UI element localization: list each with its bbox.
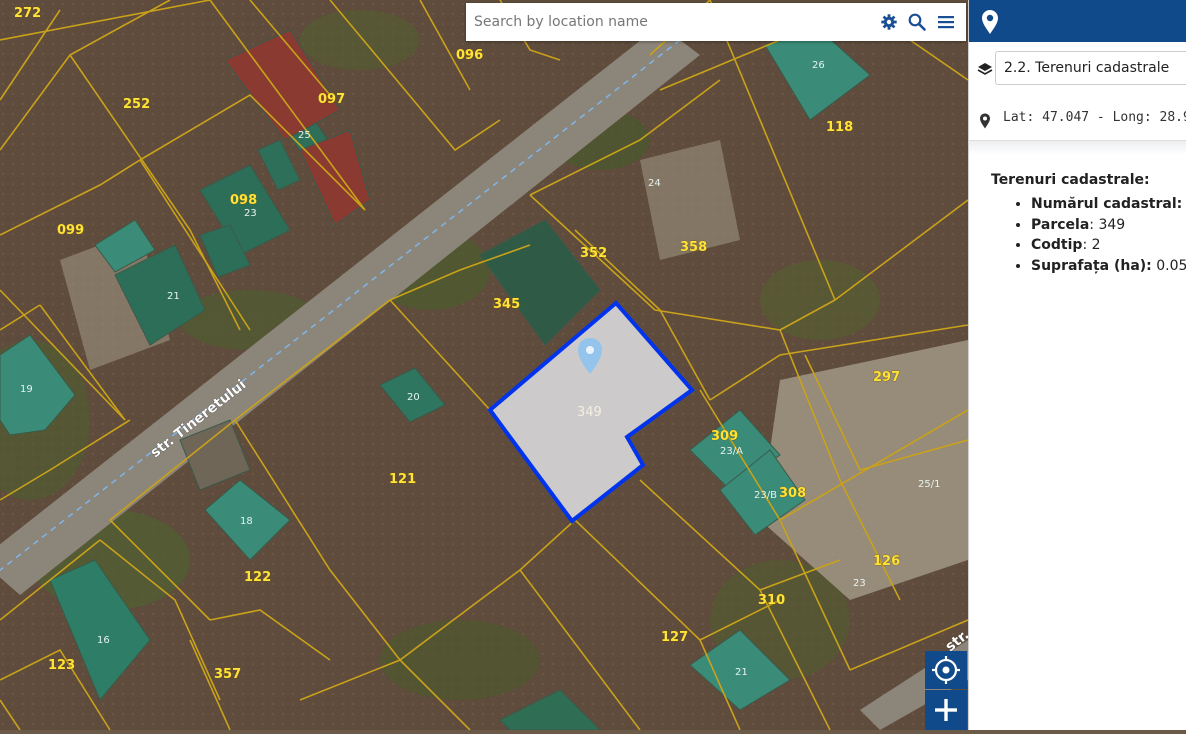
field-value: 01 — [1182, 196, 1186, 212]
parcel-label: 349 — [577, 405, 602, 420]
parcel-label: 252 — [123, 97, 150, 112]
info-item-area: Suprafața (ha): 0.0519 — [1031, 256, 1186, 277]
info-list: Numărul cadastral: 01 Parcela: 349 Codti… — [991, 194, 1186, 276]
menu-icon[interactable] — [936, 12, 956, 32]
map-view[interactable]: 272 252 096 097 098 099 118 358 352 345 … — [0, 0, 968, 730]
parcel-label: 310 — [758, 593, 785, 608]
house-label: 18 — [240, 516, 253, 527]
field-value: 0.0519 — [1156, 257, 1186, 274]
search-input[interactable] — [466, 3, 866, 41]
parcel-label: 118 — [826, 120, 853, 135]
parcel-label: 127 — [661, 630, 688, 645]
search-icon[interactable] — [907, 12, 927, 32]
feature-info: Terenuri cadastrale: Numărul cadastral: … — [991, 172, 1186, 276]
layer-row: 2.2. Terenuri cadastrale — [969, 44, 1186, 92]
field-label: Codtip — [1031, 237, 1083, 253]
parcel-label: 308 — [779, 486, 806, 501]
parcel-label: 122 — [244, 570, 271, 585]
parcel-label: 096 — [456, 48, 483, 63]
parcel-label: 099 — [57, 223, 84, 238]
house-label: 21 — [167, 291, 180, 302]
layer-select[interactable]: 2.2. Terenuri cadastrale — [995, 51, 1186, 85]
plus-icon — [935, 699, 957, 721]
info-item-codtip: Codtip: 2 — [1031, 235, 1186, 256]
coordinates-readout: Lat: 47.047 - Long: 28.9 — [1003, 110, 1186, 125]
parcel-label: 358 — [680, 240, 707, 255]
house-label: 23 — [244, 208, 257, 219]
info-panel: 2.2. Terenuri cadastrale Lat: 47.047 - L… — [968, 0, 1186, 730]
field-label: Suprafața (ha): — [1031, 257, 1152, 274]
house-label: 23/B — [754, 490, 777, 501]
map-marker-icon[interactable] — [980, 9, 1000, 35]
house-label: 19 — [20, 384, 33, 395]
parcel-label: 272 — [14, 6, 41, 21]
field-value: : 349 — [1089, 216, 1126, 233]
crosshair-icon — [932, 656, 960, 684]
house-label: 23 — [853, 578, 866, 589]
house-label: 20 — [407, 392, 420, 403]
gear-icon[interactable] — [879, 12, 899, 32]
info-title: Terenuri cadastrale: — [991, 172, 1150, 188]
map-canvas[interactable]: 272 252 096 097 098 099 118 358 352 345 … — [0, 0, 968, 730]
info-item-parcel: Parcela: 349 — [1031, 215, 1186, 236]
parcel-label: 345 — [493, 297, 520, 312]
parcel-label: 123 — [48, 658, 75, 673]
zoom-in-button[interactable] — [925, 690, 967, 730]
search-bar — [466, 3, 966, 41]
house-label: 26 — [812, 60, 825, 71]
house-label: 25/1 — [918, 479, 940, 490]
parcel-label: 357 — [214, 667, 241, 682]
house-label: 25 — [298, 130, 311, 141]
panel-divider — [969, 141, 1186, 155]
house-label: 21 — [735, 667, 748, 678]
parcel-label: 098 — [230, 193, 257, 208]
field-value: : 2 — [1082, 237, 1101, 253]
layers-icon — [977, 63, 993, 75]
house-label: 24 — [648, 178, 661, 189]
parcel-label: 126 — [873, 554, 900, 569]
info-item-cadastral-number: Numărul cadastral: 01 — [1031, 194, 1186, 215]
parcel-label: 097 — [318, 92, 345, 107]
parcel-label: 121 — [389, 472, 416, 487]
field-label: Parcela — [1031, 216, 1090, 233]
house-label: 16 — [97, 635, 110, 646]
parcel-label: 352 — [580, 246, 607, 261]
locate-button[interactable] — [925, 651, 967, 689]
coordinate-row: Lat: 47.047 - Long: 28.9 — [969, 100, 1186, 141]
field-label: Numărul cadastral: — [1031, 196, 1183, 212]
pin-icon — [980, 113, 990, 129]
parcel-label: 297 — [873, 370, 900, 385]
house-label: 23/A — [720, 446, 743, 457]
parcel-label: 309 — [711, 429, 738, 444]
panel-header — [969, 0, 1186, 42]
